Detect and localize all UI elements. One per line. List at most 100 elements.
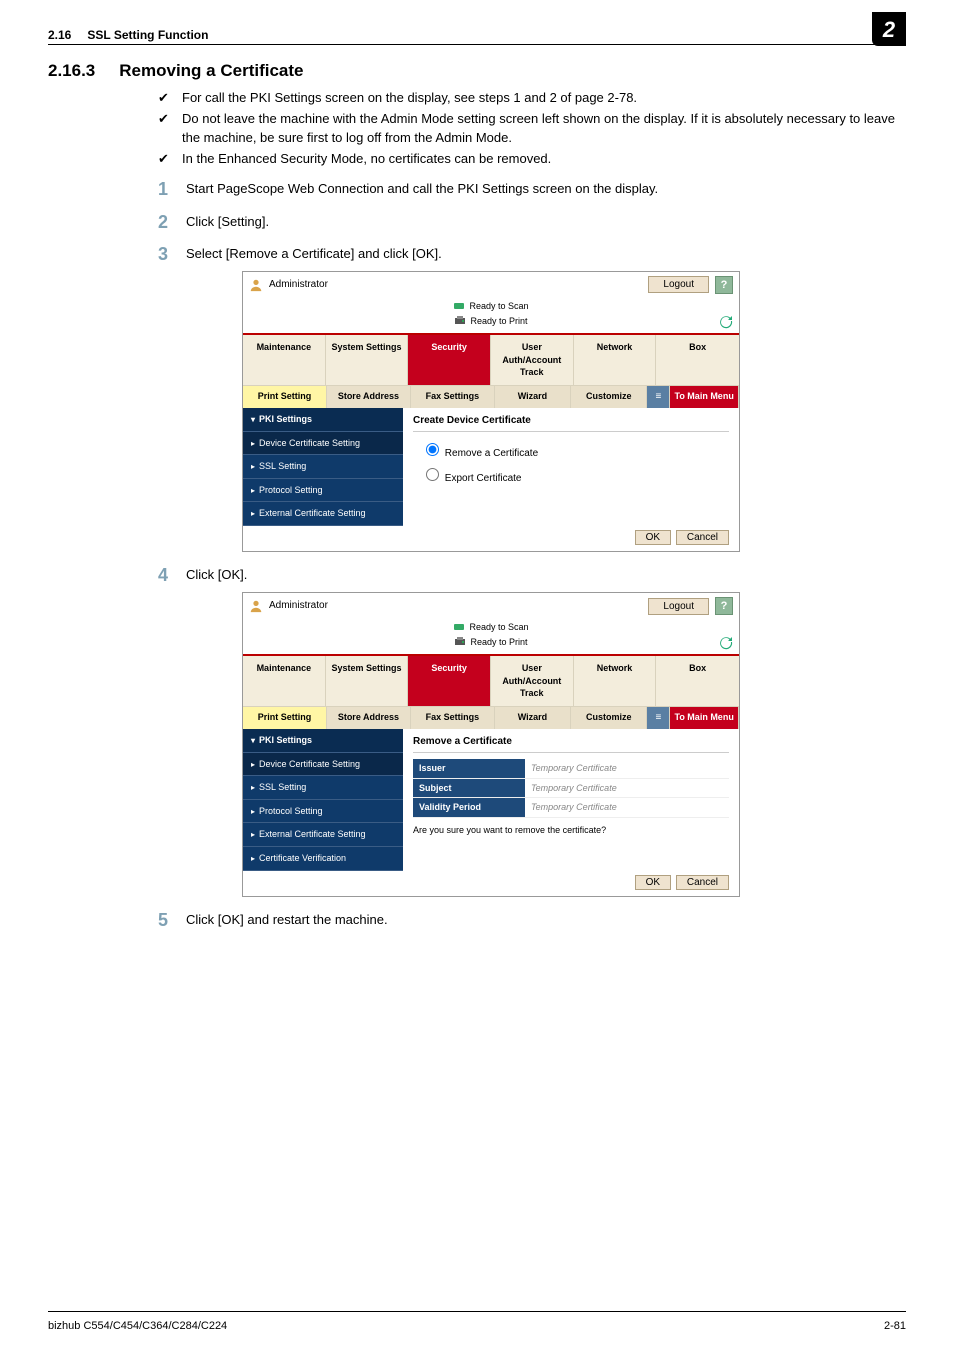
radio-remove-input[interactable] <box>426 443 439 456</box>
table-row: IssuerTemporary Certificate <box>413 759 729 778</box>
chevron-right-icon <box>251 437 255 450</box>
check-item: For call the PKI Settings screen on the … <box>158 89 906 108</box>
status-print: Ready to Print <box>470 315 527 328</box>
radio-remove-cert[interactable]: Remove a Certificate <box>421 448 538 459</box>
printer-icon <box>454 636 466 648</box>
cell-key: Validity Period <box>413 798 525 818</box>
sidebar-item-device-cert[interactable]: Device Certificate Setting <box>243 753 403 777</box>
tab-box[interactable]: Box <box>656 335 739 385</box>
tab-security[interactable]: Security <box>408 335 491 385</box>
cancel-button[interactable]: Cancel <box>676 530 729 545</box>
radio-export-cert[interactable]: Export Certificate <box>421 473 521 484</box>
sidebar-item-ssl[interactable]: SSL Setting <box>243 776 403 800</box>
subtab-store-address[interactable]: Store Address <box>327 707 411 729</box>
divider <box>48 44 906 45</box>
step-item: Select [Remove a Certificate] and click … <box>158 245 906 552</box>
sidebar-item-external-cert[interactable]: External Certificate Setting <box>243 823 403 847</box>
ok-button[interactable]: OK <box>635 530 671 545</box>
panel-title: Create Device Certificate <box>413 414 729 432</box>
check-item: In the Enhanced Security Mode, no certif… <box>158 150 906 169</box>
step-list: Start PageScope Web Connection and call … <box>48 180 906 928</box>
tab-system-settings[interactable]: System Settings <box>326 335 409 385</box>
chevron-down-icon <box>251 413 255 426</box>
chevron-right-icon <box>251 758 255 771</box>
cancel-button[interactable]: Cancel <box>676 875 729 890</box>
certificate-table: IssuerTemporary Certificate SubjectTempo… <box>413 759 729 818</box>
prerequisite-list: For call the PKI Settings screen on the … <box>48 89 906 168</box>
chevron-right-icon <box>251 781 255 794</box>
admin-icon <box>249 278 263 292</box>
admin-label: Administrator <box>269 599 328 613</box>
main-panel: Create Device Certificate Remove a Certi… <box>403 408 739 526</box>
ok-button[interactable]: OK <box>635 875 671 890</box>
chevron-right-icon <box>251 460 255 473</box>
refresh-icon[interactable] <box>719 315 733 329</box>
subtab-wizard[interactable]: Wizard <box>495 386 571 408</box>
chevron-right-icon <box>251 507 255 520</box>
scanner-icon <box>453 622 465 632</box>
check-item: Do not leave the machine with the Admin … <box>158 110 906 148</box>
refresh-icon[interactable] <box>719 636 733 650</box>
tab-maintenance[interactable]: Maintenance <box>243 335 326 385</box>
subtab-print-setting[interactable]: Print Setting <box>243 707 327 729</box>
sidebar: PKI Settings Device Certificate Setting … <box>243 729 403 871</box>
status-scan: Ready to Scan <box>469 621 528 634</box>
radio-export-input[interactable] <box>426 468 439 481</box>
sidebar-header-pki[interactable]: PKI Settings <box>243 408 403 432</box>
subsection-number: 2.16.3 <box>48 61 95 80</box>
subtab-fax-settings[interactable]: Fax Settings <box>411 707 495 729</box>
tab-security[interactable]: Security <box>408 656 491 706</box>
main-tabs: Maintenance System Settings Security Use… <box>243 333 739 385</box>
tab-maintenance[interactable]: Maintenance <box>243 656 326 706</box>
chevron-down-icon <box>251 734 255 747</box>
subtab-wizard[interactable]: Wizard <box>495 707 571 729</box>
chevron-right-icon <box>251 852 255 865</box>
sidebar-item-device-cert[interactable]: Device Certificate Setting <box>243 432 403 456</box>
sidebar-header-pki[interactable]: PKI Settings <box>243 729 403 753</box>
cell-key: Issuer <box>413 759 525 778</box>
subtab-customize[interactable]: Customize <box>571 707 647 729</box>
chapter-badge: 2 <box>872 12 906 46</box>
subtab-list-icon[interactable]: ≡ <box>647 707 670 729</box>
chevron-right-icon <box>251 484 255 497</box>
table-row: Validity PeriodTemporary Certificate <box>413 798 729 818</box>
sidebar-item-ssl[interactable]: SSL Setting <box>243 455 403 479</box>
header-section-title: SSL Setting Function <box>87 28 208 42</box>
logout-button[interactable]: Logout <box>648 276 709 293</box>
subtab-customize[interactable]: Customize <box>571 386 647 408</box>
subsection-title: Removing a Certificate <box>119 61 303 80</box>
admin-label: Administrator <box>269 278 328 292</box>
footer-model: bizhub C554/C454/C364/C284/C224 <box>48 1320 227 1332</box>
logout-button[interactable]: Logout <box>648 598 709 615</box>
tab-network[interactable]: Network <box>574 335 657 385</box>
subtab-fax-settings[interactable]: Fax Settings <box>411 386 495 408</box>
tab-user-auth[interactable]: User Auth/Account Track <box>491 335 574 385</box>
admin-icon <box>249 599 263 613</box>
tab-network[interactable]: Network <box>574 656 657 706</box>
chevron-right-icon <box>251 805 255 818</box>
cell-value: Temporary Certificate <box>525 778 729 798</box>
sidebar-item-protocol[interactable]: Protocol Setting <box>243 479 403 503</box>
scanner-icon <box>453 301 465 311</box>
step-text: Select [Remove a Certificate] and click … <box>186 246 442 261</box>
sidebar-item-cert-verification[interactable]: Certificate Verification <box>243 847 403 871</box>
tab-box[interactable]: Box <box>656 656 739 706</box>
help-icon[interactable]: ? <box>715 276 733 294</box>
step-item: Click [OK] and restart the machine. <box>158 911 906 929</box>
sub-tabs: Print Setting Store Address Fax Settings… <box>243 385 739 408</box>
sidebar-item-protocol[interactable]: Protocol Setting <box>243 800 403 824</box>
status-scan: Ready to Scan <box>469 300 528 313</box>
subtab-print-setting[interactable]: Print Setting <box>243 386 327 408</box>
subtab-to-main-menu[interactable]: To Main Menu <box>670 386 739 408</box>
subtab-to-main-menu[interactable]: To Main Menu <box>670 707 739 729</box>
status-print: Ready to Print <box>470 636 527 649</box>
subtab-store-address[interactable]: Store Address <box>327 386 411 408</box>
help-icon[interactable]: ? <box>715 597 733 615</box>
sidebar-item-external-cert[interactable]: External Certificate Setting <box>243 502 403 526</box>
pagescope-console: Administrator Logout ? Ready to Scan <box>242 592 740 897</box>
tab-user-auth[interactable]: User Auth/Account Track <box>491 656 574 706</box>
tab-system-settings[interactable]: System Settings <box>326 656 409 706</box>
subtab-list-icon[interactable]: ≡ <box>647 386 670 408</box>
chevron-right-icon <box>251 828 255 841</box>
panel-title: Remove a Certificate <box>413 735 729 753</box>
